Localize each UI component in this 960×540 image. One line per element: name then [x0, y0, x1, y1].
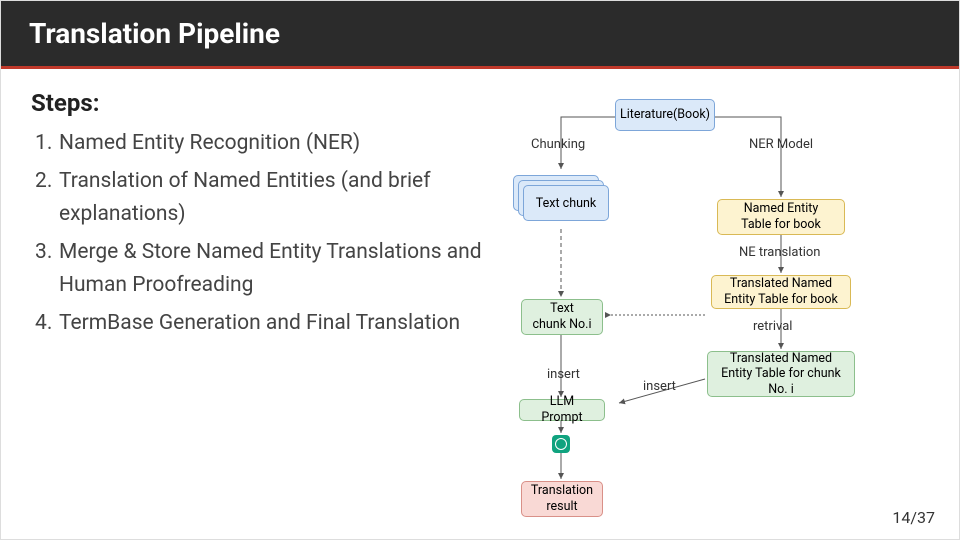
node-text-chunk-stack: Text chunk — [513, 175, 605, 217]
label-insert-1: insert — [547, 367, 580, 382]
node-text-chunk-i: Text chunk No.i — [521, 299, 603, 335]
node-translation-result: Translation result — [521, 481, 603, 517]
label-chunking: Chunking — [531, 137, 585, 152]
label-insert-2: insert — [643, 379, 676, 394]
steps-heading: Steps: — [31, 89, 491, 117]
steps-list: Named Entity Recognition (NER) Translati… — [31, 127, 491, 341]
step-item: Merge & Store Named Entity Translations … — [31, 236, 491, 303]
page-number: 14/37 — [892, 508, 935, 527]
node-translated-ne-table: Translated Named Entity Table for book — [711, 275, 851, 309]
steps-panel: Steps: Named Entity Recognition (NER) Tr… — [31, 89, 491, 529]
node-literature: Literature(Book) — [615, 99, 715, 131]
gpt-icon — [552, 435, 570, 453]
label-ner-model: NER Model — [749, 137, 813, 152]
pipeline-diagram: Literature(Book) Chunking NER Model Text… — [501, 89, 949, 529]
node-translated-chunk-table: Translated Named Entity Table for chunk … — [707, 351, 855, 397]
label-ne-translation: NE translation — [739, 245, 821, 260]
node-llm-prompt: LLM Prompt — [519, 399, 605, 421]
step-item: TermBase Generation and Final Translatio… — [31, 307, 491, 341]
slide-content: Steps: Named Entity Recognition (NER) Tr… — [1, 69, 959, 539]
step-item: Translation of Named Entities (and brief… — [31, 165, 491, 232]
slide-title: Translation Pipeline — [1, 1, 959, 69]
step-item: Named Entity Recognition (NER) — [31, 127, 491, 161]
node-text-chunk: Text chunk — [523, 185, 609, 221]
label-retrieval: retrival — [753, 319, 792, 334]
node-ne-table: Named Entity Table for book — [717, 199, 845, 235]
